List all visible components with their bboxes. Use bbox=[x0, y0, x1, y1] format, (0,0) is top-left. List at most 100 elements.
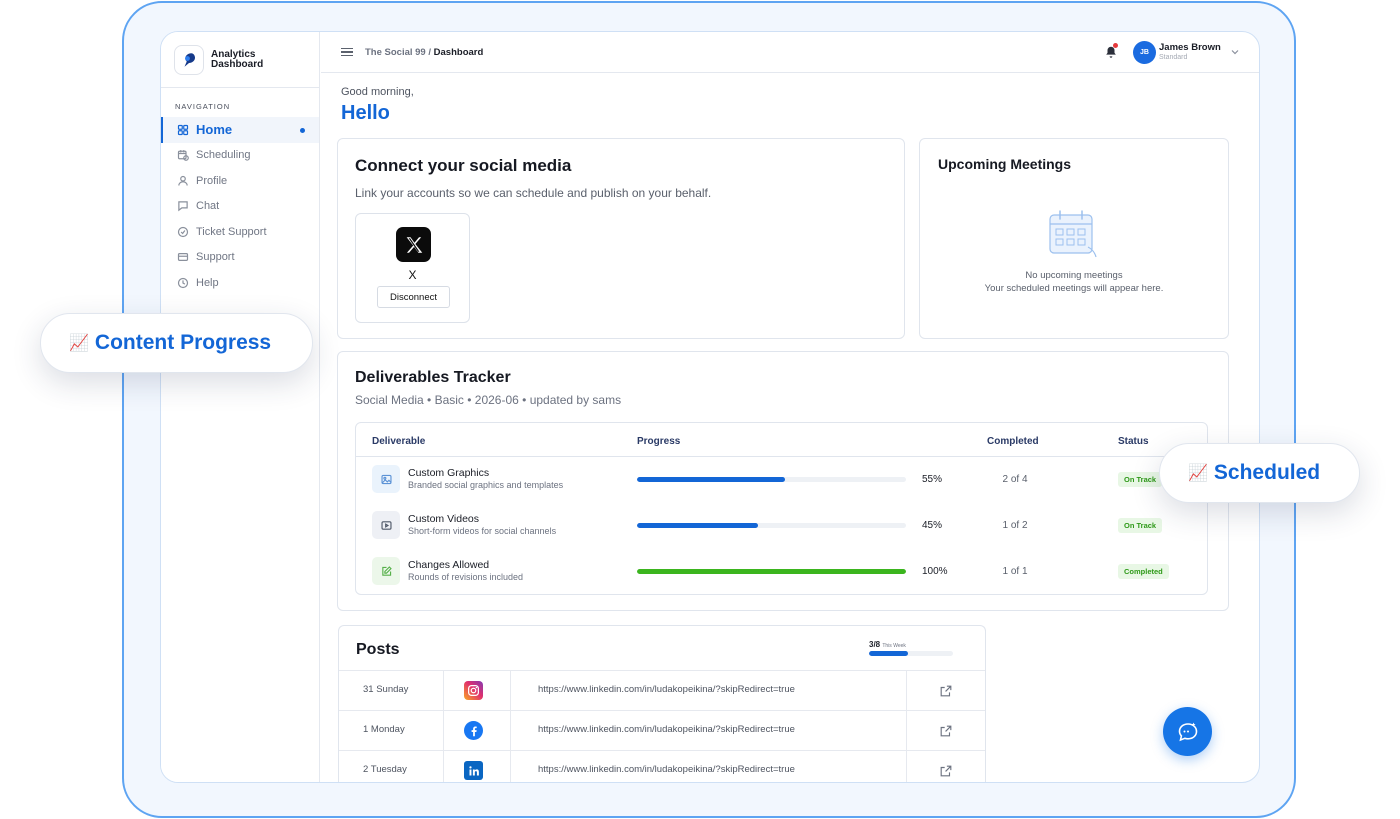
completed-count: 1 of 2 bbox=[1002, 520, 1028, 531]
user-plan: Standard bbox=[1159, 54, 1188, 61]
sidebar-item-help[interactable]: Help bbox=[161, 270, 319, 296]
social-account-x: X Disconnect bbox=[355, 213, 470, 323]
table-row: Custom Videos Short-form videos for soci… bbox=[356, 503, 1207, 549]
table-row: Changes Allowed Rounds of revisions incl… bbox=[356, 549, 1207, 595]
chart-increasing-icon: 📈 bbox=[69, 335, 89, 352]
callout-label: Content Progress bbox=[94, 331, 272, 354]
greeting-line: Good morning, bbox=[341, 86, 414, 98]
progress-percent: 55% bbox=[922, 474, 943, 485]
post-row[interactable]: 1 Monday https://www.linkedin.com/in/lud… bbox=[339, 710, 985, 751]
progress-percent: 45% bbox=[922, 520, 943, 531]
clock-icon bbox=[177, 277, 189, 288]
notification-dot bbox=[1113, 43, 1118, 48]
progress-fill bbox=[637, 523, 759, 528]
sidebar-item-label: Profile bbox=[196, 174, 228, 187]
posts-card: Posts 3/8 This Week 31 Sunday https://ww… bbox=[338, 625, 986, 782]
post-url[interactable]: https://www.linkedin.com/in/ludakopeikin… bbox=[538, 724, 795, 735]
post-row[interactable]: 31 Sunday https://www.linkedin.com/in/lu… bbox=[339, 670, 985, 711]
sidebar-item-ticket-support[interactable]: Ticket Support bbox=[161, 219, 319, 245]
deliverables-table: Deliverable Progress Completed Status Cu… bbox=[355, 422, 1208, 595]
brand-logo-icon bbox=[174, 44, 204, 75]
sidebar-item-chat[interactable]: Chat bbox=[161, 194, 319, 220]
status-badge: On Track bbox=[1118, 472, 1163, 487]
week-count-value: 3/8 bbox=[869, 640, 881, 649]
table-row: Custom Graphics Branded social graphics … bbox=[356, 457, 1207, 503]
chevron-down-icon[interactable] bbox=[1231, 49, 1239, 55]
sidebar-item-scheduling[interactable]: Scheduling bbox=[161, 143, 319, 169]
post-url[interactable]: https://www.linkedin.com/in/ludakopeikin… bbox=[538, 684, 795, 695]
deliverable-desc: Rounds of revisions included bbox=[408, 572, 524, 582]
post-row[interactable]: 2 Tuesday https://www.linkedin.com/in/lu… bbox=[339, 750, 985, 782]
sidebar-item-profile[interactable]: Profile bbox=[161, 168, 319, 194]
card-title: Connect your social media bbox=[355, 156, 572, 175]
card-icon bbox=[177, 253, 189, 262]
card-title: Deliverables Tracker bbox=[355, 369, 511, 386]
brand-name: Analytics Dashboard bbox=[211, 48, 264, 70]
completed-count: 2 of 4 bbox=[1002, 474, 1028, 485]
avatar[interactable]: JB bbox=[1133, 41, 1156, 64]
external-link-icon[interactable] bbox=[939, 724, 953, 738]
post-url[interactable]: https://www.linkedin.com/in/ludakopeikin… bbox=[538, 764, 795, 775]
deliverables-tracker-card: Deliverables Tracker Social Media • Basi… bbox=[337, 351, 1229, 611]
status-badge: On Track bbox=[1118, 518, 1163, 533]
callout-label: Scheduled bbox=[1213, 461, 1321, 484]
chart-increasing-icon: 📈 bbox=[1188, 465, 1208, 482]
card-title: Posts bbox=[356, 641, 400, 658]
week-progress-bar bbox=[869, 651, 953, 656]
calendar-illustration-icon bbox=[1049, 210, 1097, 258]
post-date: 31 Sunday bbox=[363, 684, 409, 695]
card-subtitle: Link your accounts so we can schedule an… bbox=[355, 186, 712, 200]
column-header: Status bbox=[1118, 436, 1149, 447]
deliverable-name: Changes Allowed bbox=[408, 559, 490, 571]
brand: Analytics Dashboard bbox=[161, 32, 319, 88]
play-video-icon bbox=[372, 511, 400, 539]
sidebar-item-label: Chat bbox=[196, 200, 220, 213]
sidebar-item-label: Scheduling bbox=[196, 149, 251, 162]
post-date: 2 Tuesday bbox=[363, 764, 407, 775]
week-count-label: This Week bbox=[882, 643, 906, 649]
facebook-icon bbox=[464, 721, 483, 740]
progress-percent: 100% bbox=[922, 566, 948, 577]
sidebar: Analytics Dashboard NAVIGATION Home Sche… bbox=[161, 32, 320, 782]
chat-bubble-icon bbox=[178, 201, 188, 212]
sidebar-item-label: Help bbox=[196, 276, 219, 289]
external-link-icon[interactable] bbox=[939, 764, 953, 778]
edit-icon bbox=[372, 557, 400, 585]
active-dot bbox=[300, 128, 305, 133]
x-logo-icon bbox=[396, 227, 431, 262]
breadcrumb-root[interactable]: The Social 99 bbox=[365, 47, 426, 58]
nav-list: Home Scheduling Profile Chat Ticket Supp… bbox=[161, 117, 319, 296]
progress-bar bbox=[637, 569, 906, 574]
week-progress-fill bbox=[869, 651, 908, 656]
account-name: X bbox=[408, 268, 417, 282]
calendar-clock-icon bbox=[177, 150, 189, 162]
card-title: Upcoming Meetings bbox=[938, 156, 1072, 172]
breadcrumb: The Social 99 / Dashboard bbox=[365, 47, 483, 58]
user-name[interactable]: James Brown bbox=[1159, 42, 1221, 53]
linkedin-icon bbox=[464, 761, 483, 780]
content-progress-callout: 📈 Content Progress bbox=[40, 313, 313, 373]
empty-state-subtitle: Your scheduled meetings will appear here… bbox=[984, 283, 1164, 294]
deliverable-name: Custom Graphics bbox=[408, 467, 490, 479]
column-header: Completed bbox=[987, 436, 1039, 447]
card-subtitle: Social Media • Basic • 2026-06 • updated… bbox=[355, 393, 622, 407]
connect-social-card: Connect your social media Link your acco… bbox=[337, 138, 905, 339]
post-date: 1 Monday bbox=[363, 724, 405, 735]
top-bar: The Social 99 / Dashboard JB James Brown… bbox=[321, 32, 1259, 73]
sidebar-item-support[interactable]: Support bbox=[161, 245, 319, 271]
external-link-icon[interactable] bbox=[939, 684, 953, 698]
chat-sparkle-icon bbox=[1178, 722, 1197, 741]
column-header: Progress bbox=[637, 436, 681, 447]
progress-bar bbox=[637, 523, 906, 528]
deliverable-desc: Short-form videos for social channels bbox=[408, 526, 557, 536]
deliverable-name: Custom Videos bbox=[408, 513, 480, 525]
menu-icon[interactable] bbox=[341, 47, 353, 57]
sidebar-item-home[interactable]: Home bbox=[161, 117, 319, 143]
chat-assistant-button[interactable] bbox=[1163, 707, 1212, 756]
breadcrumb-separator: / bbox=[428, 46, 432, 58]
check-circle-icon bbox=[177, 226, 189, 237]
status-badge: Completed bbox=[1118, 564, 1169, 579]
week-count: 3/8 This Week bbox=[869, 640, 906, 649]
disconnect-button[interactable]: Disconnect bbox=[377, 286, 450, 308]
progress-fill bbox=[637, 569, 906, 574]
